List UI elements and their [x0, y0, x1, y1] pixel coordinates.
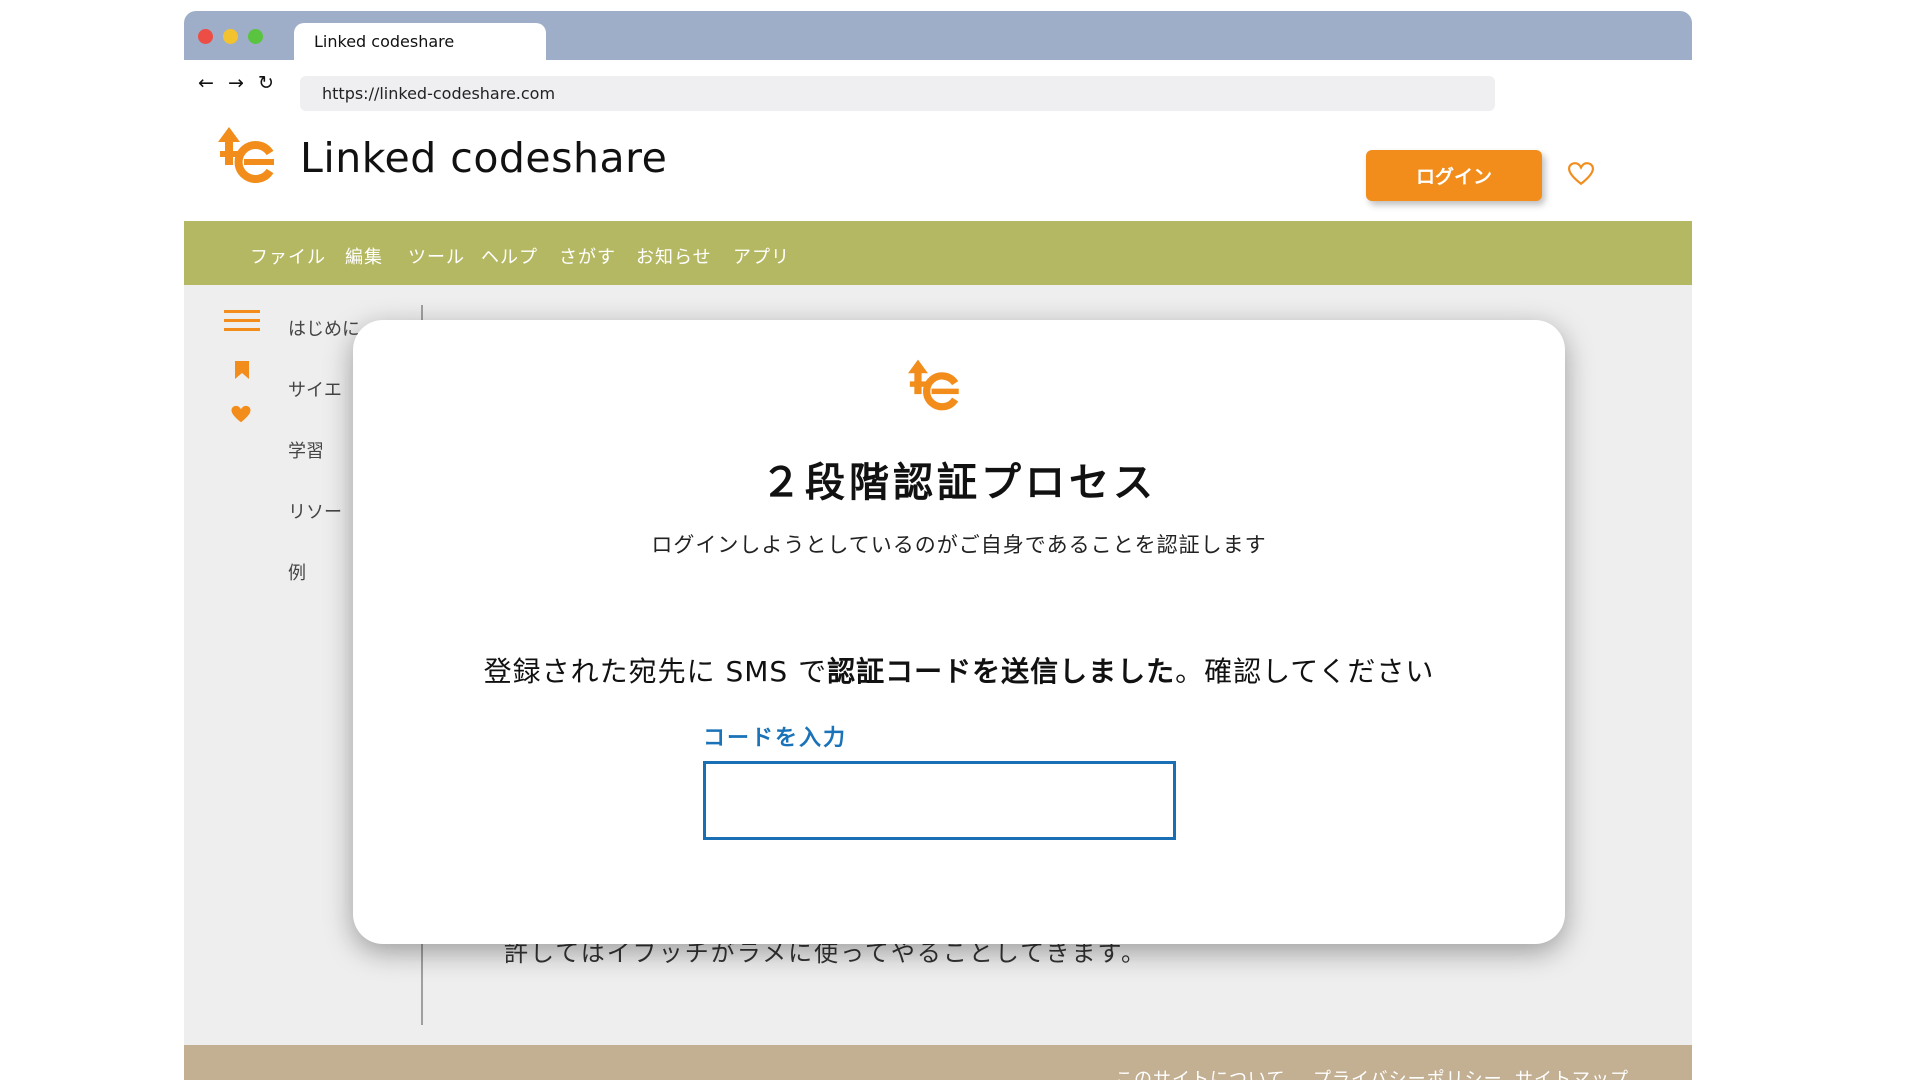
heart-icon[interactable] — [230, 405, 252, 424]
maximize-window-button[interactable] — [248, 29, 263, 44]
hamburger-menu-icon[interactable] — [224, 309, 260, 333]
site-footer: このサイトについて プライバシーポリシー サイトマップ — [184, 1045, 1692, 1080]
dialog-subtitle: ログインしようとしているのがご自身であることを認証します — [651, 533, 1267, 557]
message-bold: 認証コードを送信しました — [827, 655, 1176, 688]
code-input-label: コードを入力 — [703, 726, 848, 751]
footer-link-privacy[interactable]: プライバシーポリシー — [1313, 1065, 1503, 1080]
minimize-window-button[interactable] — [223, 29, 238, 44]
menu-item-help[interactable]: ヘルプ — [481, 243, 538, 269]
sidebar-item-intro[interactable]: はじめに — [288, 315, 360, 341]
menu-item-news[interactable]: お知らせ — [636, 243, 712, 269]
menu-item-search[interactable]: さがす — [559, 243, 616, 269]
sidebar-item-resources[interactable]: リソー — [288, 498, 342, 524]
dialog-title: ２段階認証プロセス — [761, 460, 1157, 506]
sidebar-item-learning[interactable]: 学習 — [288, 437, 324, 463]
menu-item-edit[interactable]: 編集 — [345, 243, 383, 269]
message-suffix: 。確認してください — [1175, 655, 1435, 688]
close-window-button[interactable] — [198, 29, 213, 44]
verification-code-input[interactable] — [703, 761, 1176, 840]
menu-item-tools[interactable]: ツール — [408, 243, 465, 269]
sms-sent-message: 登録された宛先に SMS で認証コードを送信しました。確認してください — [353, 650, 1565, 690]
sidebar-item-science[interactable]: サイエ — [288, 376, 342, 402]
login-button[interactable]: ログイン — [1366, 150, 1542, 201]
site-logo-icon — [908, 359, 959, 411]
bookmark-icon[interactable] — [235, 361, 249, 379]
footer-link-about[interactable]: このサイトについて — [1115, 1065, 1285, 1080]
menu-item-apps[interactable]: アプリ — [733, 243, 790, 269]
message-prefix: 登録された宛先に SMS で — [483, 655, 828, 688]
back-arrow-icon[interactable]: ← — [194, 72, 218, 94]
two-factor-dialog: ２段階認証プロセス ログインしようとしているのがご自身であることを認証します 登… — [353, 320, 1565, 944]
menu-item-file[interactable]: ファイル — [250, 243, 326, 269]
browser-navbar: ← → ↻ https://linked-codeshare.com — [184, 60, 1692, 112]
browser-tab[interactable]: Linked codeshare — [294, 23, 546, 60]
forward-arrow-icon[interactable]: → — [224, 72, 248, 94]
site-name[interactable]: Linked codeshare — [300, 134, 667, 182]
site-header: Linked codeshare ログイン — [184, 112, 1692, 221]
address-bar[interactable]: https://linked-codeshare.com — [300, 76, 1495, 111]
sidebar-item-examples[interactable]: 例 — [288, 559, 306, 585]
reload-icon[interactable]: ↻ — [254, 72, 278, 94]
menu-bar: ファイル 編集 ツール ヘルプ さがす お知らせ アプリ — [184, 221, 1692, 285]
site-logo-icon[interactable] — [218, 127, 282, 183]
title-bar: Linked codeshare — [184, 11, 1692, 60]
heart-outline-icon[interactable] — [1568, 162, 1594, 186]
footer-link-sitemap[interactable]: サイトマップ — [1515, 1065, 1629, 1080]
